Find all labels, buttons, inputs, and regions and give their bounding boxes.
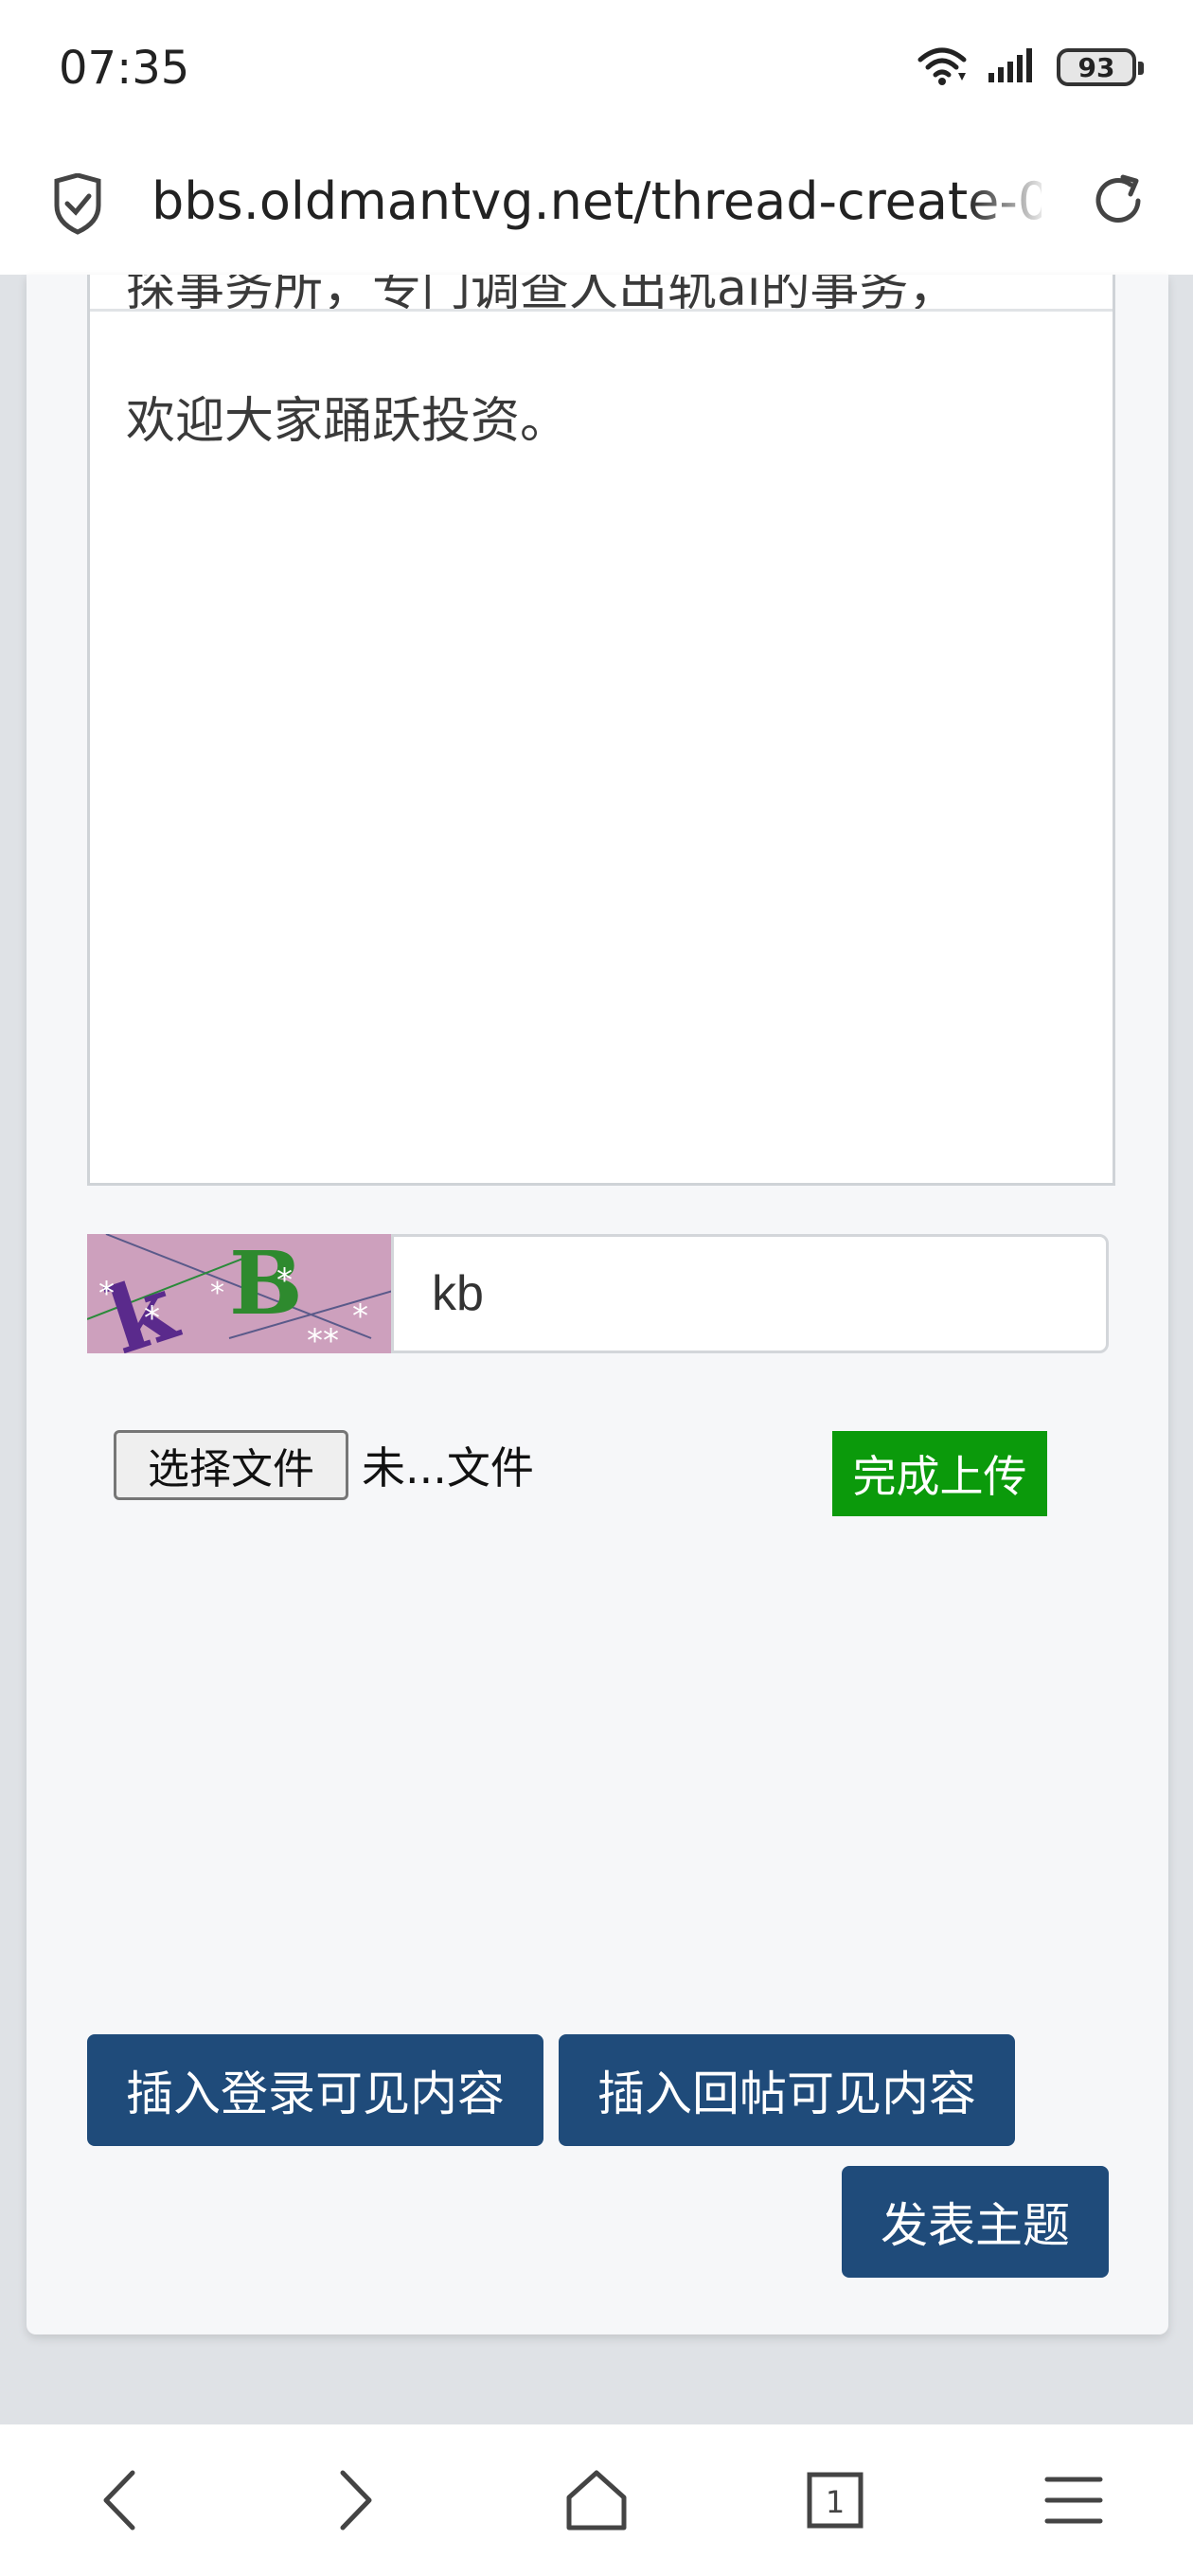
svg-text:1: 1 — [826, 2484, 845, 2520]
captcha-input[interactable]: kb — [391, 1234, 1109, 1353]
wifi-icon — [917, 45, 968, 90]
svg-text:*: * — [210, 1277, 224, 1310]
signal-icon — [987, 46, 1038, 88]
tabs-icon[interactable]: 1 — [795, 2460, 875, 2540]
status-bar: 07:35 93 — [0, 0, 1193, 137]
selected-file-name: 未...文件 — [362, 1442, 534, 1494]
post-thread-button[interactable]: 发表主题 — [842, 2166, 1109, 2278]
url-fade — [966, 166, 1051, 242]
battery-icon: 93 — [1057, 48, 1144, 86]
post-content-textarea[interactable]: 探事务所，专门调查人出轨ai的事务， 欢迎大家踊跃投资。 — [87, 275, 1115, 1186]
url-text[interactable]: bbs.oldmantvg.net/thread-create-0. — [151, 171, 1042, 231]
complete-upload-button[interactable]: 完成上传 — [832, 1431, 1047, 1516]
insert-reply-visible-button[interactable]: 插入回帖可见内容 — [559, 2034, 1015, 2146]
svg-text:*: * — [144, 1299, 160, 1337]
address-bar[interactable]: bbs.oldmantvg.net/thread-create-0. — [0, 137, 1193, 275]
svg-text:*: * — [276, 1261, 293, 1299]
svg-text:**: ** — [307, 1322, 339, 1353]
editor-line: 欢迎大家踊跃投资。 — [126, 393, 570, 450]
menu-icon[interactable] — [1034, 2460, 1113, 2540]
bottom-navigation: 1 — [0, 2424, 1193, 2576]
editor-line: 探事务所，专门调查人出轨ai的事务， — [126, 275, 958, 317]
home-icon[interactable] — [557, 2460, 636, 2540]
status-time: 07:35 — [59, 42, 190, 95]
shield-icon[interactable] — [51, 172, 104, 240]
back-icon[interactable] — [80, 2460, 159, 2540]
status-icons: 93 — [917, 44, 1144, 91]
choose-file-button[interactable]: 选择文件 — [114, 1430, 348, 1500]
reload-icon[interactable] — [1087, 170, 1149, 236]
svg-text:*: * — [98, 1275, 115, 1313]
editor-toolbar-border — [90, 309, 1113, 312]
captcha-image[interactable]: k B * * * ** * * — [87, 1234, 393, 1353]
svg-text:*: * — [352, 1297, 368, 1335]
forward-icon[interactable] — [316, 2460, 396, 2540]
insert-login-visible-button[interactable]: 插入登录可见内容 — [87, 2034, 543, 2146]
